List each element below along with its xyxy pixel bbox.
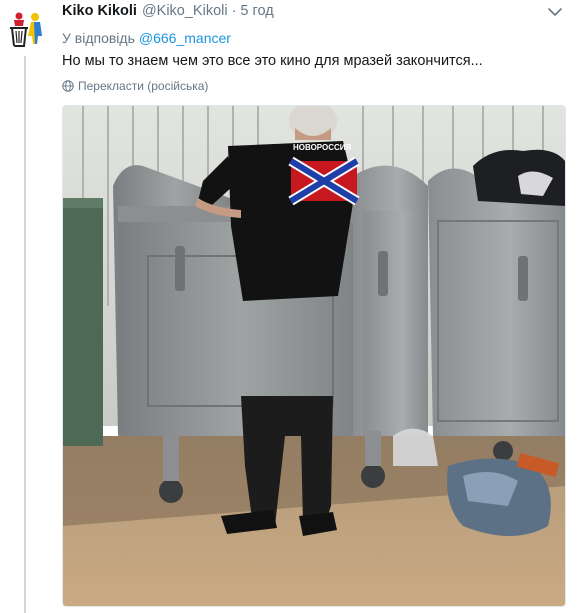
tweet-header: Kiko Kikoli @Kiko_Kikoli · 5 год (62, 3, 274, 23)
avatar[interactable] (4, 6, 48, 50)
photo-image: НОВОРОССИЯ (63, 106, 565, 606)
translate-button[interactable]: Перекласти (російська) (62, 79, 208, 93)
author-name[interactable]: Kiko Kikoli (62, 3, 137, 19)
reply-prefix: У відповідь (62, 30, 135, 46)
timestamp[interactable]: 5 год (240, 3, 273, 19)
separator-dot: · (231, 3, 237, 19)
shirt-text: НОВОРОССИЯ (293, 143, 352, 152)
tweet-menu-button[interactable] (547, 5, 563, 19)
thread-line (24, 56, 26, 613)
chevron-down-icon (548, 8, 562, 16)
globe-icon (62, 80, 74, 92)
translate-label: Перекласти (російська) (78, 79, 209, 93)
reply-context: У відповідь @666_mancer (62, 30, 231, 46)
tweet-photo[interactable]: НОВОРОССИЯ (62, 105, 566, 607)
tweet: Kiko Kikoli @Kiko_Kikoli · 5 год У відпо… (0, 0, 577, 613)
reply-mention-link[interactable]: @666_mancer (139, 30, 231, 46)
trash-bin-avatar-icon (4, 6, 48, 50)
tweet-text: Но мы то знаем чем это все это кино для … (62, 53, 483, 69)
author-handle[interactable]: @Kiko_Kikoli (142, 3, 228, 19)
